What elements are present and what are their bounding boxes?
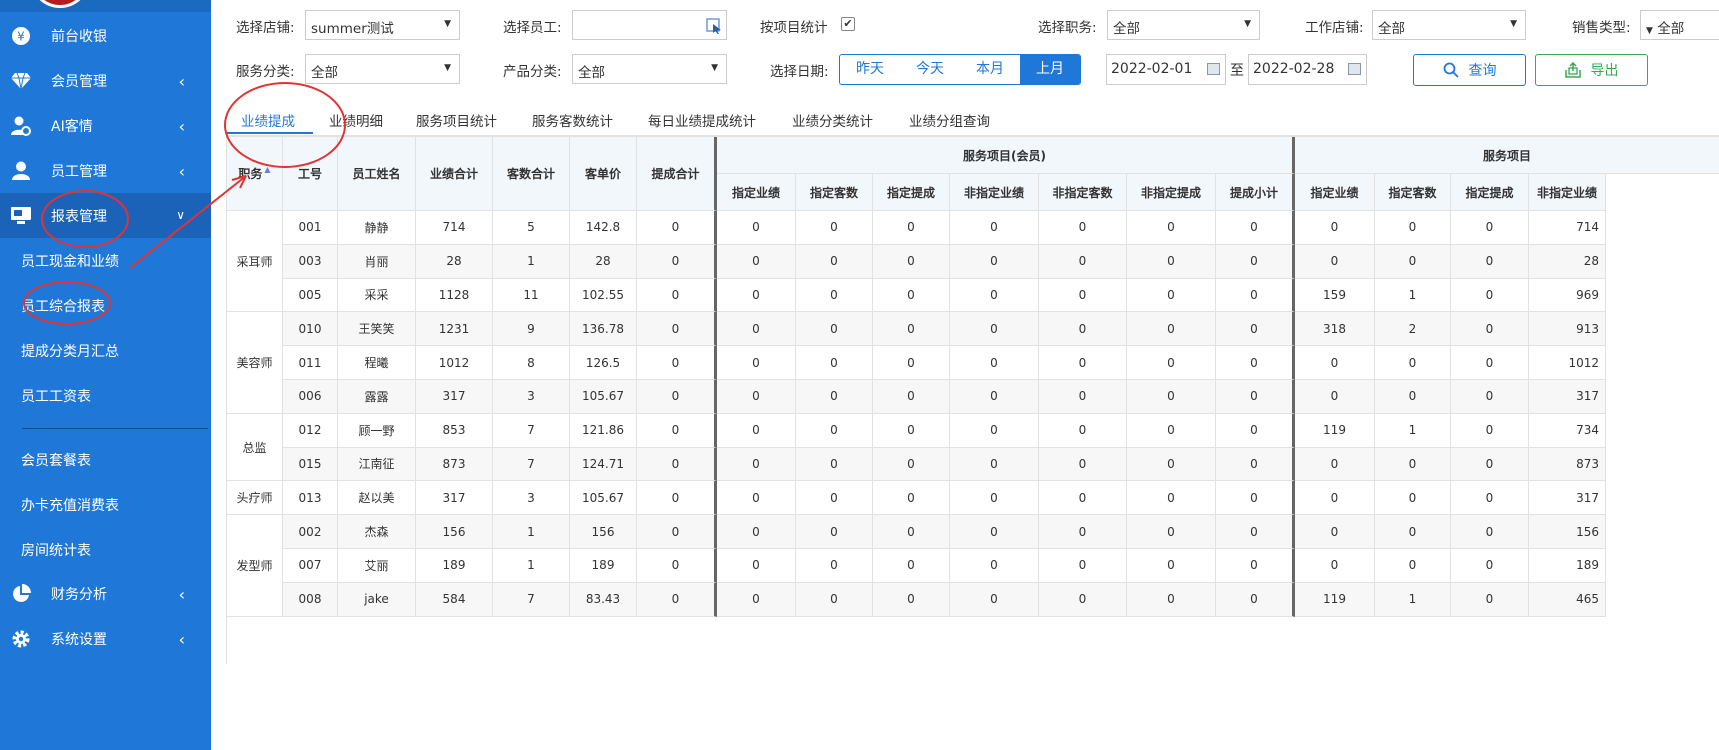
annotation-arrow <box>129 175 247 269</box>
